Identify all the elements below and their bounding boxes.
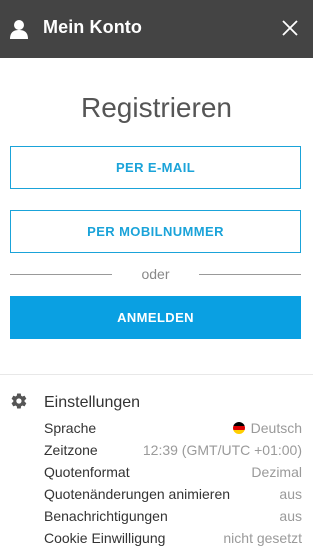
setting-label: Zeitzone bbox=[44, 442, 98, 458]
setting-odds-format[interactable]: Quotenformat Dezimal bbox=[44, 463, 302, 485]
setting-label: Benachrichtigungen bbox=[44, 508, 168, 524]
register-mobile-button[interactable]: PER MOBILNUMMER bbox=[10, 210, 301, 253]
or-divider: oder bbox=[10, 266, 301, 282]
setting-value: nicht gesetzt bbox=[223, 530, 302, 546]
german-flag-icon bbox=[232, 422, 245, 434]
setting-value: Deutsch bbox=[232, 419, 302, 437]
setting-label: Quotenformat bbox=[44, 464, 130, 480]
setting-language[interactable]: Sprache Deutsch bbox=[44, 419, 302, 441]
setting-label: Sprache bbox=[44, 420, 97, 436]
setting-label: Cookie Einwilligung bbox=[44, 530, 166, 546]
close-icon[interactable] bbox=[281, 19, 299, 37]
setting-label: Quotenänderungen animieren bbox=[44, 486, 231, 502]
setting-value: 12:39 (GMT/UTC +01:00) bbox=[142, 442, 302, 458]
settings-title: Einstellungen bbox=[44, 394, 141, 411]
section-separator bbox=[0, 374, 313, 375]
setting-value: aus bbox=[279, 508, 302, 524]
gear-icon bbox=[11, 393, 27, 409]
setting-value: Dezimal bbox=[251, 464, 302, 480]
login-button[interactable]: ANMELDEN bbox=[10, 296, 301, 339]
register-email-button[interactable]: PER E-MAIL bbox=[10, 146, 301, 189]
language-value: Deutsch bbox=[250, 420, 302, 436]
setting-cookie-consent[interactable]: Cookie Einwilligung nicht gesetzt bbox=[44, 529, 302, 551]
register-title: Registrieren bbox=[81, 92, 232, 123]
header-title: Mein Konto bbox=[43, 17, 142, 37]
user-icon bbox=[10, 20, 28, 39]
setting-value: aus bbox=[279, 486, 302, 502]
setting-notifications[interactable]: Benachrichtigungen aus bbox=[44, 507, 302, 529]
settings-header: Einstellungen bbox=[10, 392, 300, 414]
divider-line-right bbox=[199, 274, 301, 275]
settings-list: Sprache Deutsch Zeitzone 12:39 (GMT/UTC … bbox=[44, 419, 302, 551]
setting-timezone[interactable]: Zeitzone 12:39 (GMT/UTC +01:00) bbox=[44, 441, 302, 463]
setting-animate-odds[interactable]: Quotenänderungen animieren aus bbox=[44, 485, 302, 507]
app-header: Mein Konto bbox=[0, 0, 313, 58]
